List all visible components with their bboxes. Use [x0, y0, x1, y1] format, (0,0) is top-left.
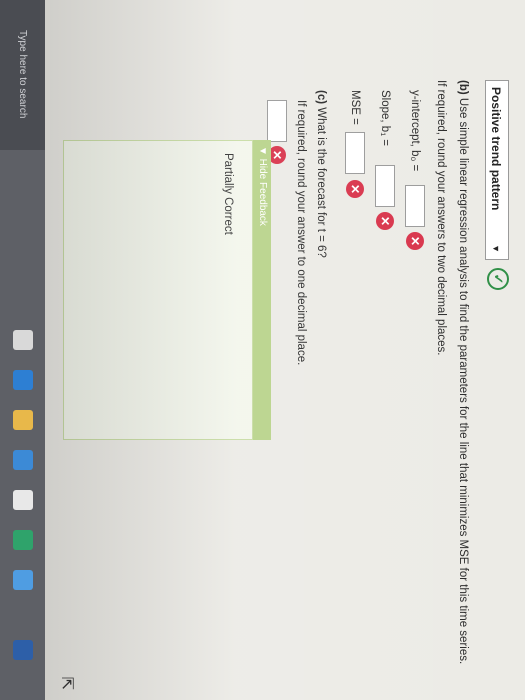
wrong-icon: ✕ — [376, 212, 394, 230]
mse-input[interactable] — [345, 132, 365, 174]
hide-feedback-toggle[interactable]: ▼ Hide Feedback — [253, 140, 271, 440]
taskbar-search[interactable]: Type here to search — [0, 0, 45, 150]
part-b-instruction: If required, round your answers to two d… — [435, 80, 447, 356]
check-icon: ✓ — [487, 268, 509, 290]
part-c-marker: (c) — [315, 90, 327, 105]
app-icon[interactable] — [13, 530, 33, 550]
y-intercept-label: y-intercept, b₀ = — [409, 90, 421, 172]
chrome-icon[interactable] — [13, 570, 33, 590]
store-icon[interactable] — [13, 450, 33, 470]
trend-pattern-dropdown[interactable]: Positive trend pattern ▼ — [485, 80, 509, 260]
edge-icon[interactable] — [13, 370, 33, 390]
part-c-instruction: If required, round your answer to one de… — [295, 100, 307, 366]
y-intercept-input[interactable] — [405, 185, 425, 227]
mse-label: MSE = — [349, 90, 361, 125]
photo-frame: Positive trend pattern ▼ ✓ (b) Use simpl… — [0, 0, 525, 700]
wrong-icon: ✕ — [406, 232, 424, 250]
feedback-status: Partially Correct — [222, 153, 234, 235]
screen: Positive trend pattern ▼ ✓ (b) Use simpl… — [0, 0, 525, 700]
slope-input[interactable] — [375, 165, 395, 207]
slope-label: Slope, b₁ = — [379, 90, 391, 146]
part-b-marker: (b) — [457, 80, 469, 95]
wrong-icon: ✕ — [346, 180, 364, 198]
dropdown-label: Positive trend pattern — [489, 87, 503, 211]
forecast-input[interactable] — [267, 100, 287, 142]
part-c-heading: (c) What is the forecast for t = 6? — [315, 90, 327, 258]
feedback-panel: Partially Correct — [63, 140, 253, 440]
part-c-question: What is the forecast for t = 6? — [315, 107, 327, 258]
part-b-heading: (b) Use simple linear regression analysi… — [457, 80, 469, 664]
taskbar: Type here to search — [0, 0, 45, 700]
mail-icon[interactable] — [13, 490, 33, 510]
word-icon[interactable] — [13, 640, 33, 660]
chevron-down-icon: ▼ — [491, 244, 501, 253]
part-b-question: Use simple linear regression analysis to… — [457, 97, 469, 665]
cursor-icon: ⇱ — [58, 676, 75, 690]
folder-icon[interactable] — [13, 410, 33, 430]
task-view-icon[interactable] — [13, 330, 33, 350]
